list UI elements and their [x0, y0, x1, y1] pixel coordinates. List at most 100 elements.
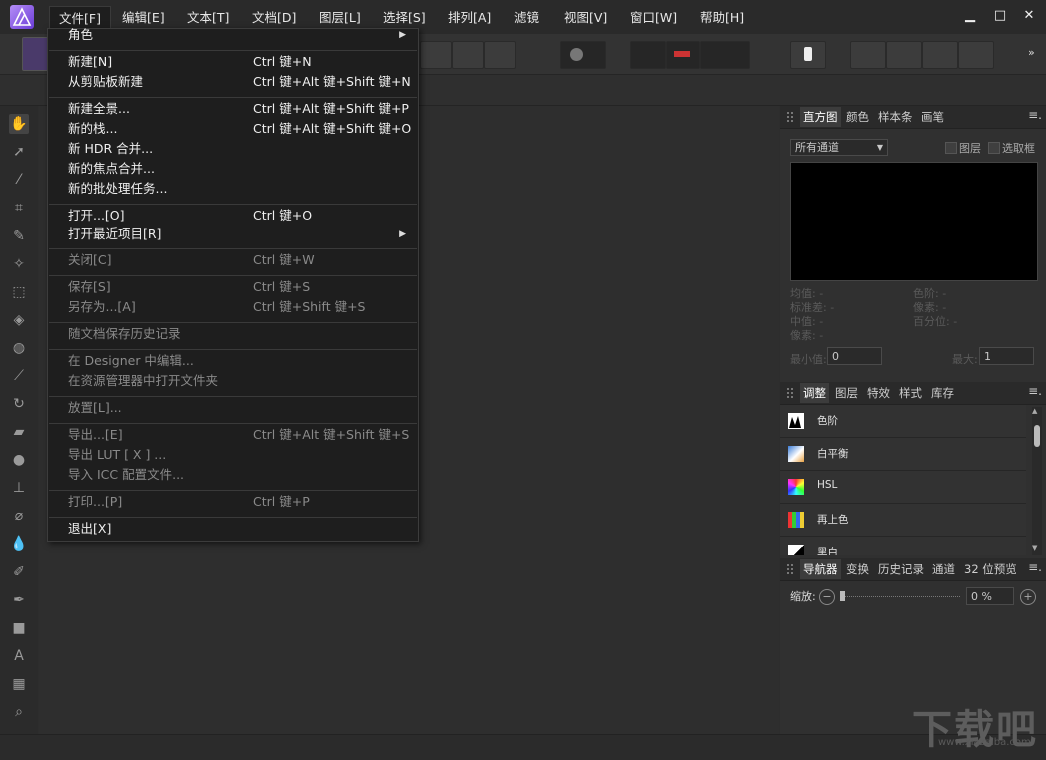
eraser-tool-icon[interactable]: ▰	[9, 422, 29, 442]
menu-item-open-in-explorer[interactable]: 在资源管理器中打开文件夹	[68, 372, 218, 390]
tab-transform[interactable]: 变换	[846, 561, 869, 577]
panel-grip-icon[interactable]	[787, 112, 793, 122]
menu-item-new-panorama[interactable]: 新建全景...	[68, 100, 130, 118]
menu-item-new-batch-job[interactable]: 新的批处理任务...	[68, 180, 167, 198]
menu-edit[interactable]: 编辑[E]	[122, 9, 165, 27]
text-tool-icon[interactable]: A	[9, 646, 29, 666]
menu-window[interactable]: 窗口[W]	[630, 9, 677, 27]
close-button[interactable]: ✕	[1021, 8, 1037, 24]
adjustments-scrollbar[interactable]: ▲ ▼	[1032, 407, 1042, 555]
scrollbar-thumb[interactable]	[1034, 425, 1040, 447]
panel-menu-icon[interactable]: ≡.	[1028, 560, 1042, 574]
panel-menu-icon[interactable]: ≡.	[1028, 108, 1042, 122]
toolbar-button[interactable]	[958, 41, 994, 69]
menu-select[interactable]: 选择[S]	[383, 9, 426, 27]
minimize-button[interactable]: ▁	[962, 8, 978, 24]
menu-item-new-hdr-merge[interactable]: 新 HDR 合并...	[68, 140, 153, 158]
menu-layer[interactable]: 图层[L]	[319, 9, 361, 27]
record-button[interactable]	[560, 41, 606, 69]
zoom-value-field[interactable]: 0 %	[966, 587, 1014, 605]
menu-filters[interactable]: 滤镜	[514, 9, 539, 27]
max-value-field[interactable]: 1	[979, 347, 1034, 365]
menu-item-import-icc[interactable]: 导入 ICC 配置文件...	[68, 466, 184, 484]
tab-histogram[interactable]: 直方图	[800, 107, 841, 127]
snapping-options-button[interactable]	[700, 41, 750, 69]
move-tool-icon[interactable]: ➚	[9, 142, 29, 162]
adjustment-hsl[interactable]: HSL	[780, 471, 1026, 504]
grid-icon[interactable]	[630, 41, 666, 69]
tab-adjustments[interactable]: 调整	[800, 383, 829, 403]
tab-color[interactable]: 颜色	[846, 109, 869, 125]
adjustment-white-balance[interactable]: 白平衡	[780, 438, 1026, 471]
color-picker-icon[interactable]: ⁄	[9, 170, 29, 190]
menu-item-edit-in-designer[interactable]: 在 Designer 中编辑...	[68, 352, 194, 370]
menu-item-open[interactable]: 打开...[O]	[68, 207, 125, 225]
tab-brushes[interactable]: 画笔	[921, 109, 944, 125]
zoom-slider-thumb[interactable]	[840, 591, 845, 601]
blur-tool-icon[interactable]: 💧	[9, 534, 29, 554]
menu-help[interactable]: 帮助[H]	[700, 9, 744, 27]
toolbar-button[interactable]	[484, 41, 516, 69]
min-value-field[interactable]: 0	[827, 347, 882, 365]
scroll-down-icon[interactable]: ▼	[1032, 544, 1037, 552]
flood-fill-icon[interactable]: ◈	[9, 310, 29, 330]
scroll-up-icon[interactable]: ▲	[1032, 407, 1037, 415]
menu-item-close[interactable]: 关闭[C]	[68, 251, 111, 269]
selection-brush-icon[interactable]: ✎	[9, 226, 29, 246]
zoom-tool-icon[interactable]: ⌕	[9, 702, 29, 722]
toolbar-button[interactable]	[850, 41, 886, 69]
adjustment-levels[interactable]: 色阶	[780, 405, 1026, 438]
flood-select-icon[interactable]: ✧	[9, 254, 29, 274]
paint-brush-icon[interactable]: ⟋	[9, 366, 29, 386]
toolbar-overflow-icon[interactable]: »	[1028, 46, 1035, 59]
menu-item-open-recent[interactable]: 打开最近项目[R]	[68, 225, 161, 243]
tab-effects[interactable]: 特效	[867, 385, 890, 401]
menu-item-print[interactable]: 打印...[P]	[68, 493, 122, 511]
menu-item-new-focus-merge[interactable]: 新的焦点合并...	[68, 160, 155, 178]
channel-select[interactable]: 所有通道 ▼	[790, 139, 888, 156]
panel-grip-icon[interactable]	[787, 564, 793, 574]
toolbar-button[interactable]	[420, 41, 452, 69]
snap-icon[interactable]	[666, 41, 700, 69]
adjustment-recolor[interactable]: 再上色	[780, 504, 1026, 537]
tab-layers[interactable]: 图层	[835, 385, 858, 401]
menu-item-export-lut[interactable]: 导出 LUT [ X ] ...	[68, 446, 166, 464]
quick-mask-button[interactable]	[790, 41, 826, 69]
tab-channels[interactable]: 通道	[932, 561, 955, 577]
zoom-slider[interactable]	[840, 591, 960, 601]
smudge-tool-icon[interactable]: ●	[9, 450, 29, 470]
menu-item-new[interactable]: 新建[N]	[68, 53, 112, 71]
tab-32bit-preview[interactable]: 32 位预览	[964, 561, 1017, 577]
pen-tool-icon[interactable]: ✐	[9, 562, 29, 582]
panel-grip-icon[interactable]	[787, 388, 793, 398]
layer-checkbox[interactable]	[945, 142, 957, 154]
toolbar-button[interactable]	[886, 41, 922, 69]
menu-item-save-as[interactable]: 另存为...[A]	[68, 298, 136, 316]
brush-tool-icon[interactable]: ◍	[9, 338, 29, 358]
panel-menu-icon[interactable]: ≡.	[1028, 384, 1042, 398]
menu-item-new-from-clipboard[interactable]: 从剪贴板新建	[68, 73, 143, 91]
tab-stock[interactable]: 库存	[931, 385, 954, 401]
menu-item-save-history[interactable]: 随文档保存历史记录	[68, 325, 181, 343]
tab-styles[interactable]: 样式	[899, 385, 922, 401]
hand-tool-icon[interactable]: ✋	[9, 114, 29, 134]
tab-history[interactable]: 历史记录	[878, 561, 924, 577]
crop-tool-icon[interactable]: ⌗	[9, 198, 29, 218]
menu-document[interactable]: 文档[D]	[252, 9, 296, 27]
clone-tool-icon[interactable]: ⊥	[9, 478, 29, 498]
rectangle-tool-icon[interactable]: ■	[9, 618, 29, 638]
menu-item-persona[interactable]: 角色	[68, 26, 93, 44]
tab-navigator[interactable]: 导航器	[800, 559, 841, 579]
toolbar-button[interactable]	[922, 41, 958, 69]
menu-item-save[interactable]: 保存[S]	[68, 278, 111, 296]
menu-item-exit[interactable]: 退出[X]	[68, 520, 111, 538]
menu-item-place[interactable]: 放置[L]...	[68, 399, 122, 417]
zoom-in-icon[interactable]: +	[1020, 589, 1036, 605]
menu-view[interactable]: 视图[V]	[564, 9, 607, 27]
node-tool-icon[interactable]: ✒	[9, 590, 29, 610]
menu-text[interactable]: 文本[T]	[187, 9, 229, 27]
selection-checkbox[interactable]	[988, 142, 1000, 154]
menu-item-export[interactable]: 导出...[E]	[68, 426, 123, 444]
mesh-warp-icon[interactable]: ▦	[9, 674, 29, 694]
blemish-tool-icon[interactable]: ⌀	[9, 506, 29, 526]
